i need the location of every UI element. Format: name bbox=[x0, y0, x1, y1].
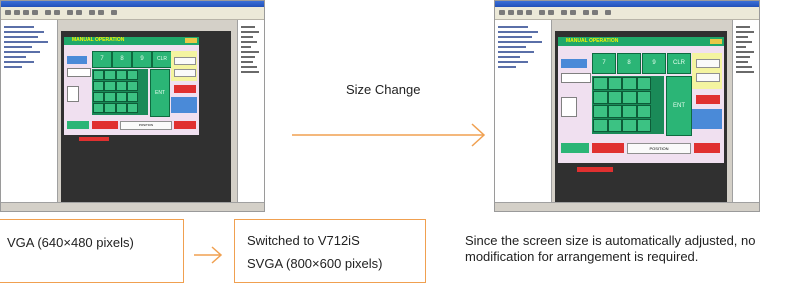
value-field-1 bbox=[174, 57, 196, 65]
alarm-text bbox=[79, 137, 109, 141]
bottom-button-1 bbox=[561, 143, 589, 153]
panel-title: MANUAL OPERATION bbox=[64, 37, 199, 45]
bottom-button-1 bbox=[67, 121, 89, 129]
bottom-button-3 bbox=[694, 143, 720, 153]
parts-list-pane bbox=[732, 20, 759, 203]
key-ent: ENT bbox=[666, 76, 692, 136]
status-indicator bbox=[171, 97, 197, 113]
screenshot-vga-editor: MANUAL OPERATION 7 8 9 CLR ENT POSITION bbox=[0, 0, 265, 212]
project-tree-pane bbox=[1, 20, 58, 203]
key-8: 8 bbox=[617, 53, 641, 74]
position-label: POSITION bbox=[138, 123, 154, 127]
alarm-text bbox=[577, 167, 613, 172]
size-change-caption: Size Change bbox=[346, 82, 421, 97]
status-bar bbox=[1, 202, 264, 211]
toolbar bbox=[495, 7, 759, 20]
speed-label bbox=[67, 86, 79, 102]
stop-indicator bbox=[696, 95, 720, 104]
svga-label-line1: Switched to V712iS bbox=[247, 233, 360, 248]
vga-label-box: VGA (640×480 pixels) bbox=[0, 219, 184, 283]
bottom-button-2 bbox=[92, 121, 118, 129]
position-display: POSITION bbox=[627, 143, 691, 154]
size-change-arrow-icon bbox=[292, 123, 486, 147]
switch-arrow-icon bbox=[194, 246, 223, 264]
key-clr: CLR bbox=[152, 51, 172, 68]
manual-operation-panel: MANUAL OPERATION 7 8 9 CLR ENT POSITION bbox=[558, 37, 724, 163]
value-field-1 bbox=[696, 59, 720, 68]
panel-title-tag bbox=[710, 39, 722, 44]
parts-list-pane bbox=[237, 20, 264, 203]
key-7: 7 bbox=[592, 53, 616, 74]
vga-label: VGA (640×480 pixels) bbox=[7, 235, 134, 250]
speed-label bbox=[561, 97, 577, 117]
status-indicator bbox=[692, 109, 722, 129]
mode-button bbox=[561, 59, 587, 68]
numeric-keypad bbox=[592, 76, 664, 134]
screen-canvas: MANUAL OPERATION 7 8 9 CLR ENT POSITION bbox=[61, 31, 231, 203]
screenshot-svga-editor: MANUAL OPERATION 7 8 9 CLR ENT POSITION bbox=[494, 0, 760, 212]
position-display: POSITION bbox=[120, 121, 172, 130]
panel-title-tag bbox=[185, 38, 197, 43]
screen-canvas: MANUAL OPERATION 7 8 9 CLR ENT POSITION bbox=[555, 31, 727, 203]
svga-label-line2: SVGA (800×600 pixels) bbox=[247, 256, 383, 271]
key-7: 7 bbox=[92, 51, 112, 68]
panel-title: MANUAL OPERATION bbox=[558, 37, 724, 46]
svga-label-box: Switched to V712iS SVGA (800×600 pixels) bbox=[234, 219, 426, 283]
key-ent: ENT bbox=[150, 69, 170, 117]
project-tree-pane bbox=[495, 20, 552, 203]
key-clr: CLR bbox=[667, 53, 691, 74]
adjustment-note: Since the screen size is automatically a… bbox=[465, 233, 756, 264]
panel-title-text: MANUAL OPERATION bbox=[72, 37, 125, 43]
bottom-button-2 bbox=[592, 143, 624, 153]
panel-title-text: MANUAL OPERATION bbox=[566, 38, 619, 44]
stop-indicator bbox=[174, 85, 196, 93]
value-field-2 bbox=[174, 69, 196, 77]
bottom-button-3 bbox=[174, 121, 196, 129]
value-field-2 bbox=[696, 73, 720, 82]
numeric-keypad bbox=[92, 69, 148, 115]
toolbar bbox=[1, 7, 264, 20]
mode-button bbox=[67, 56, 87, 64]
key-8: 8 bbox=[112, 51, 132, 68]
key-9: 9 bbox=[642, 53, 666, 74]
key-9: 9 bbox=[132, 51, 152, 68]
current-label bbox=[67, 68, 91, 77]
manual-operation-panel: MANUAL OPERATION 7 8 9 CLR ENT POSITION bbox=[64, 37, 199, 135]
current-label bbox=[561, 73, 591, 83]
status-bar bbox=[495, 202, 759, 211]
position-label: POSITION bbox=[649, 146, 669, 151]
